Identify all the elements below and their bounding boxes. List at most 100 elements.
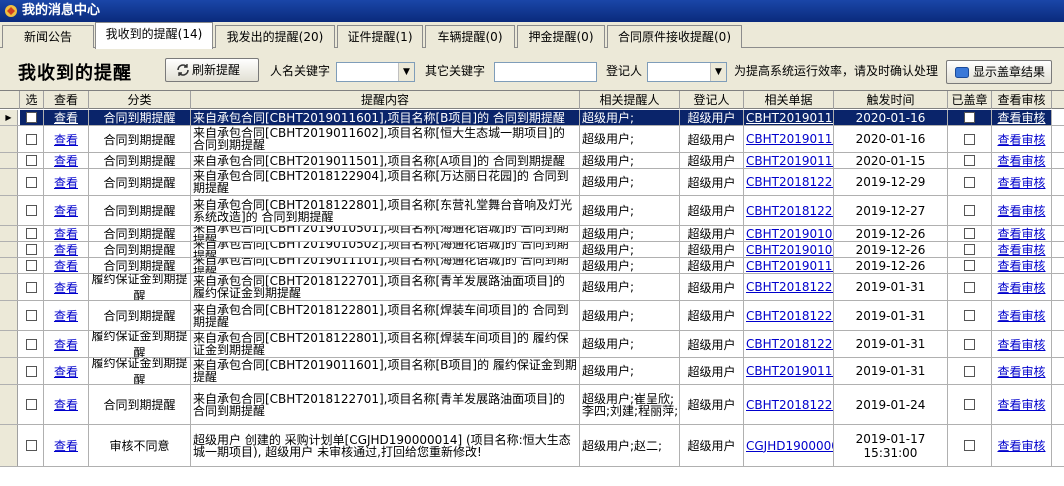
view-audit-link[interactable]: 查看审核 [992,425,1052,466]
tab-contract-original-reminders[interactable]: 合同原件接收提醒(0) [607,25,742,48]
sealed-checkbox[interactable] [964,228,975,239]
view-link-text[interactable]: 查看 [54,279,78,296]
table-row[interactable]: 查看 履约保证金到期提醒 来自承包合同[CBHT2018122801],项目名称[焊… [0,331,1064,358]
row-indicator[interactable] [0,301,18,330]
view-audit-link-text[interactable]: 查看审核 [997,131,1045,148]
select-checkbox[interactable] [26,244,37,255]
select-checkbox[interactable] [26,112,37,123]
related-doc-link[interactable]: CGJHD190000014 [744,425,834,466]
view-link[interactable]: 查看 [44,331,89,357]
table-row[interactable]: 查看 合同到期提醒 来自承包合同[CBHT2019010502],项目名称[海通花语… [0,242,1064,258]
select-checkbox[interactable] [26,310,37,321]
table-row[interactable]: ▶ 查看 合同到期提醒 来自承包合同[CBHT2019011601],项目名称[B项目… [0,110,1064,126]
related-doc-link[interactable]: CBHT2019011101 [744,258,834,273]
related-doc-link-text[interactable]: CBHT2018122904 [746,176,833,188]
view-link[interactable]: 查看 [44,258,89,273]
view-link-text[interactable]: 查看 [54,396,78,413]
view-audit-link[interactable]: 查看审核 [992,301,1052,330]
table-row[interactable]: 查看 合同到期提醒 来自承包合同[CBHT2019011501],项目名称[A项目]… [0,153,1064,169]
view-audit-link-text[interactable]: 查看审核 [997,110,1045,125]
related-doc-link[interactable]: CBHT2018122904 [744,169,834,195]
view-link[interactable]: 查看 [44,242,89,257]
chevron-down-icon[interactable]: ▼ [710,63,726,81]
view-audit-link[interactable]: 查看审核 [992,169,1052,195]
table-row[interactable]: 查看 合同到期提醒 来自承包合同[CBHT2018122801],项目名称[焊装车间… [0,301,1064,331]
view-link[interactable]: 查看 [44,301,89,330]
view-link[interactable]: 查看 [44,153,89,168]
view-link-text[interactable]: 查看 [54,363,78,380]
related-doc-link-text[interactable]: CBHT2019011101 [746,260,833,272]
sealed-checkbox[interactable] [964,281,975,293]
view-link-text[interactable]: 查看 [54,242,78,257]
view-audit-link-text[interactable]: 查看审核 [997,437,1045,454]
header-related-people[interactable]: 相关提醒人 [580,91,680,109]
related-doc-link-text[interactable]: CBHT2019011602 [746,133,833,145]
row-indicator[interactable] [0,226,18,241]
header-category[interactable]: 分类 [89,91,191,109]
related-doc-link-text[interactable]: CBHT2019011601 [746,365,833,377]
view-audit-link[interactable]: 查看审核 [992,274,1052,300]
select-checkbox[interactable] [26,365,37,377]
sealed-checkbox[interactable] [964,244,975,255]
table-row[interactable]: 查看 合同到期提醒 来自承包合同[CBHT2018122701],项目名称[青羊发展… [0,385,1064,425]
tab-news[interactable]: 新闻公告 [2,25,94,48]
view-link-text[interactable]: 查看 [54,202,78,219]
row-indicator[interactable] [0,274,18,300]
view-link-text[interactable]: 查看 [54,174,78,191]
related-doc-link[interactable]: CBHT2018122701 [744,385,834,424]
select-checkbox[interactable] [26,133,37,145]
related-doc-link[interactable]: CBHT2018122801 [744,196,834,225]
view-audit-link-text[interactable]: 查看审核 [997,336,1045,353]
row-indicator[interactable] [0,331,18,357]
header-registrar[interactable]: 登记人 [680,91,744,109]
table-row[interactable]: 查看 履约保证金到期提醒 来自承包合同[CBHT2018122701],项目名称[青… [0,274,1064,301]
view-link[interactable]: 查看 [44,274,89,300]
related-doc-link-text[interactable]: CBHT2018122801 [746,205,833,217]
view-link-text[interactable]: 查看 [54,258,78,273]
name-keyword-select[interactable]: ▼ [336,62,415,82]
header-view-audit[interactable]: 查看审核 [992,91,1052,109]
view-audit-link-text[interactable]: 查看审核 [997,226,1045,241]
refresh-button[interactable]: 刷新提醒 [165,58,259,82]
sealed-checkbox[interactable] [964,440,975,451]
view-audit-link[interactable]: 查看审核 [992,126,1052,152]
view-audit-link[interactable]: 查看审核 [992,242,1052,257]
related-doc-link[interactable]: CBHT2019010502 [744,242,834,257]
related-doc-link-text[interactable]: CBHT2019010502 [746,244,833,256]
sealed-checkbox[interactable] [964,310,975,321]
table-row[interactable]: 查看 合同到期提醒 来自承包合同[CBHT2019011602],项目名称[恒大生态… [0,126,1064,153]
select-checkbox[interactable] [26,399,37,410]
view-link-text[interactable]: 查看 [54,226,78,241]
view-link-text[interactable]: 查看 [54,336,78,353]
row-indicator[interactable] [0,425,18,466]
row-indicator[interactable] [0,169,18,195]
other-keyword-input[interactable] [494,62,597,82]
select-checkbox[interactable] [26,228,37,239]
table-row[interactable]: 查看 审核不同意 超级用户 创建的 采购计划单[CGJHD190000014] (项… [0,425,1064,467]
sealed-checkbox[interactable] [964,205,975,216]
sealed-checkbox[interactable] [964,338,975,350]
related-doc-link[interactable]: CBHT2019010501 [744,226,834,241]
view-link[interactable]: 查看 [44,226,89,241]
show-seal-results-button[interactable]: 显示盖章结果 [946,60,1052,84]
related-doc-link-text[interactable]: CBHT2019011501 [746,155,833,167]
row-indicator[interactable] [0,153,18,168]
tab-vehicle-reminders[interactable]: 车辆提醒(0) [425,25,515,48]
related-doc-link[interactable]: CBHT2018122801 [744,331,834,357]
view-audit-link-text[interactable]: 查看审核 [997,279,1045,296]
view-link[interactable]: 查看 [44,358,89,384]
header-content[interactable]: 提醒内容 [191,91,580,109]
view-audit-link-text[interactable]: 查看审核 [997,258,1045,273]
header-sealed[interactable]: 已盖章 [948,91,992,109]
row-indicator[interactable] [0,126,18,152]
registrar-select[interactable]: ▼ [647,62,727,82]
select-checkbox[interactable] [26,440,37,451]
related-doc-link[interactable]: CBHT2019011601 [744,110,834,125]
related-doc-link-text[interactable]: CBHT2018122701 [746,281,833,293]
view-audit-link[interactable]: 查看审核 [992,226,1052,241]
view-link[interactable]: 查看 [44,425,89,466]
related-doc-link-text[interactable]: CGJHD190000014 [746,440,833,452]
related-doc-link[interactable]: CBHT2019011602 [744,126,834,152]
sealed-checkbox[interactable] [964,260,975,271]
select-checkbox[interactable] [26,260,37,271]
